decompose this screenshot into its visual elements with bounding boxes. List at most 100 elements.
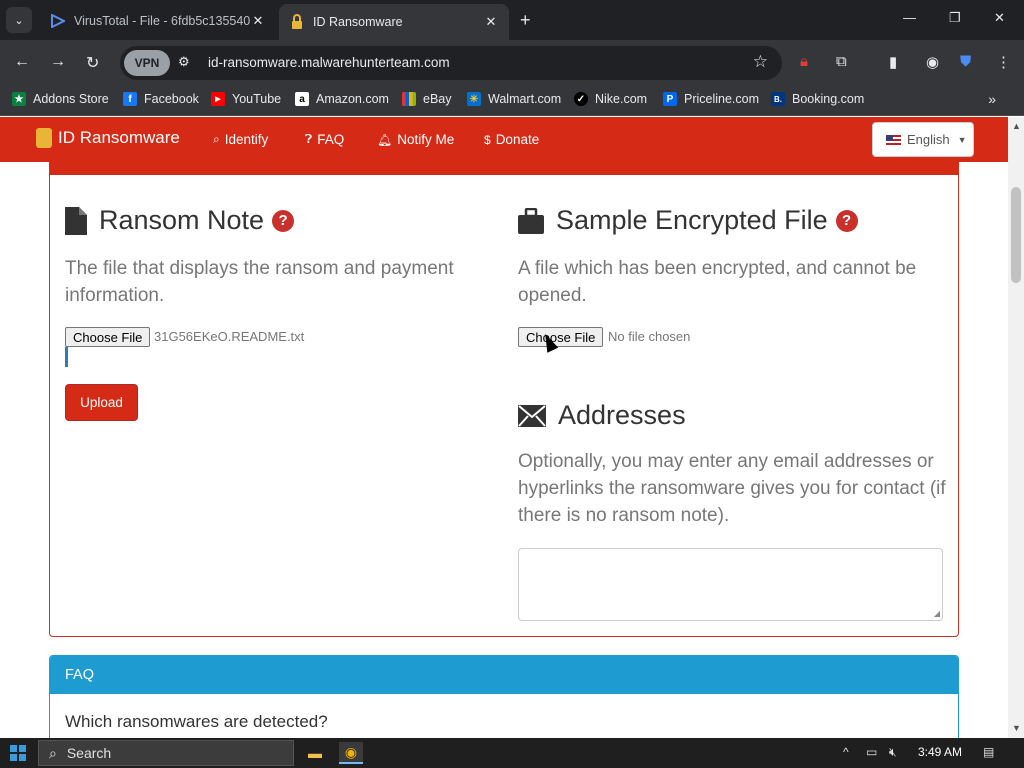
site-settings-icon[interactable]: ⚙ <box>178 54 190 70</box>
nike-icon: ✓ <box>574 92 588 106</box>
bookmark-amazon[interactable]: a Amazon.com <box>295 92 389 106</box>
maximize-button[interactable]: ❐ <box>949 10 961 26</box>
forward-icon[interactable]: → <box>50 53 66 71</box>
ebay-icon <box>402 92 416 106</box>
chrome-icon[interactable]: ◉ <box>339 742 363 764</box>
close-window-button[interactable]: ✕ <box>994 10 1005 26</box>
addons-store-icon: ★ <box>12 92 26 106</box>
brand-lock-icon <box>36 128 52 148</box>
tab-strip: ⌄ VirusTotal - File - 6fdb5c135540 ✕ ID … <box>0 0 1024 40</box>
tab-title: ID Ransomware <box>313 15 403 29</box>
sample-file-choose-file-button[interactable]: Choose File <box>518 327 604 347</box>
shield-icon[interactable]: ⛊ <box>960 53 971 70</box>
site-navbar: ID Ransomware ⌕ Identify ❓︎ FAQ 🔔︎ Notify M… <box>0 117 1008 162</box>
network-icon[interactable]: ▭ <box>866 745 877 759</box>
bell-icon: 🔔︎ <box>377 132 393 147</box>
windows-start-icon[interactable] <box>10 745 26 761</box>
back-icon[interactable]: ← <box>14 53 30 71</box>
close-tab-icon[interactable]: ✕ <box>250 13 266 29</box>
faq-question[interactable]: Which ransomwares are detected? <box>65 712 328 732</box>
address-bar[interactable]: VPN ⚙ id-ransomware.malwarehunterteam.co… <box>120 46 782 80</box>
priceline-icon: P <box>663 92 677 106</box>
windows-taskbar: ⌕ Search ▬ ◉ ^ ▭ 🔇︎ 3:49 AM ▤ <box>0 738 1024 768</box>
bookmark-ebay[interactable]: eBay <box>402 92 452 106</box>
bookmark-booking[interactable]: B. Booking.com <box>771 92 864 106</box>
booking-icon: B. <box>771 92 785 106</box>
sample-file-heading: Sample Encrypted File ? <box>518 205 858 236</box>
addresses-heading: Addresses <box>518 400 686 431</box>
page-scrollbar[interactable]: ▲ ▼ <box>1008 117 1024 738</box>
minimize-button[interactable]: — <box>903 10 916 25</box>
search-icon: ⌕ <box>213 132 220 146</box>
page-viewport: ID Ransomware ⌕ Identify ❓︎ FAQ 🔔︎ Notify M… <box>0 117 1008 738</box>
nav-donate[interactable]: $ Donate <box>484 132 539 147</box>
facebook-icon: f <box>123 92 137 106</box>
more-bookmarks-icon[interactable]: » <box>988 91 996 107</box>
tab-search-button[interactable]: ⌄ <box>6 7 32 33</box>
nav-faq[interactable]: ❓︎ FAQ <box>305 132 344 147</box>
sample-file-description: A file which has been encrypted, and can… <box>518 258 917 306</box>
browser-toolbar: ← → ↻ VPN ⚙ id-ransomware.malwarehuntert… <box>0 40 1024 86</box>
site-brand[interactable]: ID Ransomware <box>36 128 180 148</box>
taskbar-search-box[interactable]: ⌕ Search <box>38 740 294 766</box>
url-text[interactable]: id-ransomware.malwarehunterteam.com <box>208 55 450 70</box>
tab-id-ransomware[interactable]: ID Ransomware ✕ <box>279 4 509 40</box>
envelope-icon <box>518 404 546 427</box>
new-tab-button[interactable]: + <box>520 10 531 31</box>
scroll-up-icon[interactable]: ▲ <box>1012 121 1021 131</box>
briefcase-icon <box>518 207 544 234</box>
profile-icon[interactable]: ◉ <box>926 53 939 71</box>
help-icon[interactable]: ? <box>272 209 295 232</box>
extension-lock-icon[interactable]: 🔒︎ <box>800 53 808 70</box>
menu-kebab-icon[interactable]: ⋮ <box>996 53 1011 71</box>
lock-icon <box>289 14 305 30</box>
bookmark-star-icon[interactable]: ☆ <box>753 52 768 72</box>
ransom-note-heading: Ransom Note ? <box>65 205 295 236</box>
bookmark-priceline[interactable]: P Priceline.com <box>663 92 759 106</box>
caret-down-icon: ▼ <box>957 134 967 145</box>
ransom-note-choose-file-button[interactable]: Choose File <box>65 327 151 347</box>
bookmark-addons-store[interactable]: ★ Addons Store <box>12 92 109 106</box>
upload-button[interactable]: Upload <box>65 384 138 421</box>
dollar-icon: $ <box>484 132 491 147</box>
bookmark-facebook[interactable]: f Facebook <box>123 92 199 106</box>
file-icon <box>65 206 87 235</box>
nav-notify-me[interactable]: 🔔︎ Notify Me <box>377 132 454 147</box>
reload-icon[interactable]: ↻ <box>86 53 99 73</box>
scroll-thumb[interactable] <box>1011 187 1021 283</box>
scroll-down-icon[interactable]: ▼ <box>1012 723 1021 733</box>
search-icon: ⌕ <box>49 744 57 761</box>
upload-progress-bar <box>65 347 68 367</box>
tab-virustotal[interactable]: VirusTotal - File - 6fdb5c135540 ✕ <box>40 6 276 36</box>
taskbar-clock[interactable]: 3:49 AM <box>918 745 962 759</box>
file-explorer-icon[interactable]: ▬ <box>303 742 327 764</box>
extensions-puzzle-icon[interactable]: ⧉ <box>836 53 847 70</box>
us-flag-icon <box>886 134 901 145</box>
question-icon: ❓︎ <box>305 132 313 146</box>
bookmark-nike[interactable]: ✓ Nike.com <box>574 92 647 106</box>
close-tab-icon[interactable]: ✕ <box>483 14 499 30</box>
walmart-icon: ✳ <box>467 92 481 106</box>
tray-chevron-icon[interactable]: ^ <box>843 745 849 759</box>
help-icon[interactable]: ? <box>835 209 858 232</box>
brand-name: ID Ransomware <box>58 128 180 147</box>
ransom-note-file-name: 31G56EKeO.README.txt <box>154 329 305 344</box>
nav-identify[interactable]: ⌕ Identify <box>213 132 268 147</box>
vpn-badge[interactable]: VPN <box>124 50 170 76</box>
bookmark-youtube[interactable]: ▶ YouTube <box>211 92 281 106</box>
bookmark-walmart[interactable]: ✳ Walmart.com <box>467 92 561 106</box>
notifications-icon[interactable]: ▤ <box>983 745 994 759</box>
faq-header: FAQ <box>50 656 958 694</box>
resize-handle-icon[interactable]: ◢ <box>934 609 940 618</box>
addresses-description: Optionally, you may enter any email addr… <box>518 451 946 526</box>
amazon-icon: a <box>295 92 309 106</box>
youtube-icon: ▶ <box>211 92 225 106</box>
bookmarks-bar: ★ Addons Store f Facebook ▶ YouTube a Amazon… <box>0 86 1024 116</box>
side-panel-icon[interactable]: ▮ <box>889 53 897 71</box>
addresses-textarea[interactable]: ◢ <box>518 548 943 621</box>
virustotal-icon <box>50 13 66 29</box>
volume-muted-icon[interactable]: 🔇︎ <box>889 745 897 760</box>
language-dropdown[interactable]: English ▼ <box>872 122 974 157</box>
faq-panel: FAQ Which ransomwares are detected? <box>49 655 959 738</box>
sample-file-file-name: No file chosen <box>608 329 691 344</box>
